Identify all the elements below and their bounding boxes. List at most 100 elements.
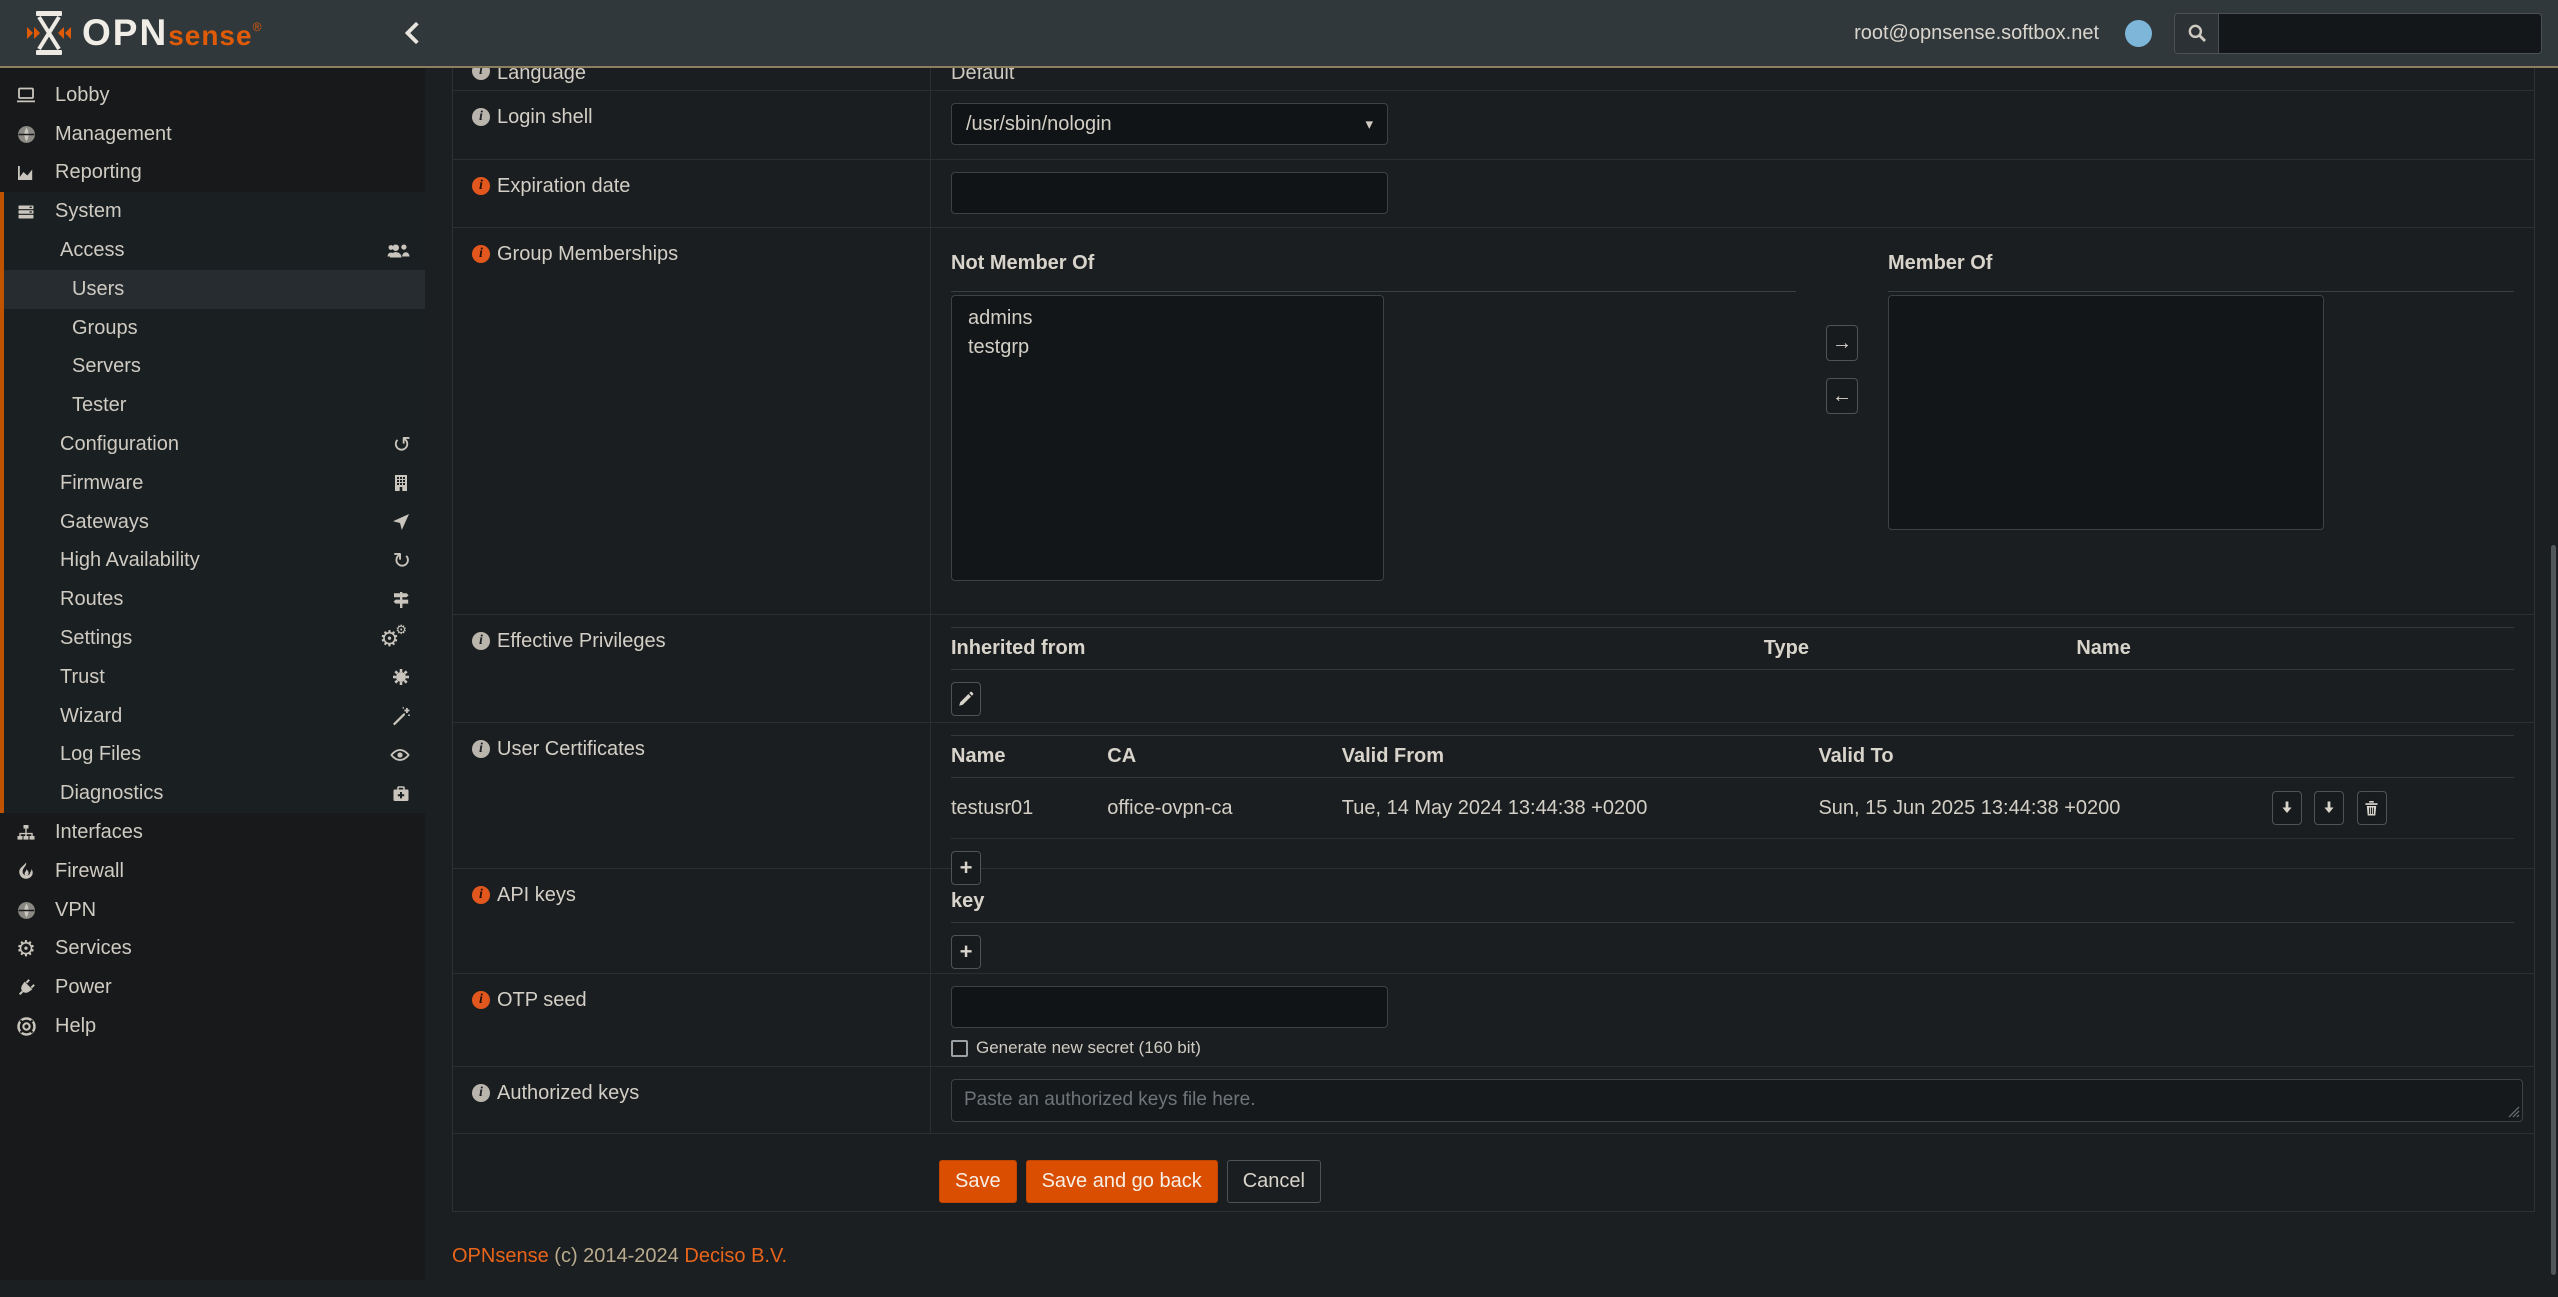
form-row-actions: Save Save and go back Cancel <box>453 1134 2534 1211</box>
field-label: i Group Memberships <box>453 228 931 614</box>
users-group-icon <box>387 241 411 261</box>
cancel-button[interactable]: Cancel <box>1227 1160 1321 1203</box>
authorized-keys-textarea[interactable] <box>951 1079 2523 1122</box>
sidebar-item-power[interactable]: Power <box>0 968 425 1007</box>
add-to-group-button[interactable]: → <box>1826 325 1858 361</box>
resize-grip-icon[interactable] <box>2508 1106 2520 1118</box>
sidebar-collapse-icon[interactable] <box>402 22 424 44</box>
member-of-listbox[interactable] <box>1888 295 2324 530</box>
vertical-scrollbar-thumb[interactable] <box>2551 545 2556 1275</box>
member-of-column: Member Of <box>1888 240 2514 581</box>
group-option[interactable]: testgrp <box>952 333 1383 362</box>
download-certificate-button[interactable] <box>2272 791 2302 825</box>
sidebar-item-users[interactable]: Users <box>4 270 425 309</box>
sidebar-item-gateways[interactable]: Gateways <box>4 503 425 542</box>
search-input[interactable] <box>2219 14 2541 53</box>
otp-seed-label: OTP seed <box>497 989 587 1012</box>
sidebar-item-system[interactable]: System <box>4 192 425 231</box>
info-icon: i <box>472 740 490 758</box>
save-button[interactable]: Save <box>939 1160 1017 1203</box>
sidebar-item-lobby[interactable]: Lobby <box>0 76 425 115</box>
info-icon: i <box>472 632 490 650</box>
sidebar-item-help[interactable]: Help <box>0 1007 425 1046</box>
delete-certificate-button[interactable] <box>2357 791 2387 825</box>
plus-icon: + <box>960 941 973 963</box>
otp-seed-input[interactable] <box>951 986 1388 1028</box>
footer-opnsense-link[interactable]: OPNsense <box>452 1245 549 1267</box>
sidebar-item-label: Firmware <box>60 472 143 495</box>
topbar: OPNsense® root@opnsense.softbox.net <box>0 0 2558 68</box>
sidebar-item-label: High Availability <box>60 549 200 572</box>
generate-secret-checkbox[interactable] <box>951 1040 968 1057</box>
arrow-left-icon: ← <box>1832 385 1852 408</box>
login-shell-value: /usr/sbin/nologin <box>966 113 1112 136</box>
info-icon: i <box>472 245 490 263</box>
login-shell-select[interactable]: /usr/sbin/nologin ▾ <box>951 103 1388 145</box>
arrow-right-icon: → <box>1832 332 1852 355</box>
footer-deciso-link[interactable]: Deciso B.V. <box>684 1245 787 1267</box>
sidebar-item-label: Gateways <box>60 511 149 534</box>
opnsense-page: OPNsense® root@opnsense.softbox.net <box>0 0 2558 1297</box>
sidebar-item-high-availability[interactable]: High Availability ↻ <box>4 542 425 581</box>
sidebar-item-diagnostics[interactable]: Diagnostics <box>4 774 425 813</box>
not-member-of-listbox[interactable]: admins testgrp <box>951 295 1384 581</box>
opnsense-logo[interactable]: OPNsense® <box>26 8 356 58</box>
remove-from-group-button[interactable]: ← <box>1826 378 1858 414</box>
sidebar-item-label: Reporting <box>55 161 142 184</box>
sidebar-item-log-files[interactable]: Log Files <box>4 736 425 775</box>
sidebar-item-wizard[interactable]: Wizard <box>4 697 425 736</box>
gear-icon: ⚙ <box>13 938 39 960</box>
effective-privileges-table: Inherited from Type Name <box>951 627 2514 670</box>
sidebar-item-access[interactable]: Access <box>4 231 425 270</box>
form-row-group-memberships: i Group Memberships Not Member Of admins… <box>453 228 2534 615</box>
map-signs-icon <box>391 590 411 610</box>
sidebar: Lobby Management Reporting System Access <box>0 68 425 1280</box>
form-row-login-shell: i Login shell /usr/sbin/nologin ▾ <box>453 91 2534 160</box>
sidebar-item-management[interactable]: Management <box>0 115 425 154</box>
sidebar-item-label: Groups <box>72 317 138 340</box>
api-keys-table: key <box>951 881 2514 923</box>
sidebar-item-servers[interactable]: Servers <box>4 348 425 387</box>
sidebar-item-firmware[interactable]: Firmware <box>4 464 425 503</box>
column-header: key <box>951 881 2514 923</box>
save-and-go-back-button[interactable]: Save and go back <box>1026 1160 1218 1203</box>
sidebar-item-routes[interactable]: Routes <box>4 580 425 619</box>
footer-copyright: (c) 2014-2024 <box>554 1245 679 1267</box>
sidebar-item-settings[interactable]: Settings ⚙⚙ <box>4 619 425 658</box>
sidebar-item-label: Wizard <box>60 705 122 728</box>
brand-registered-mark: ® <box>253 20 262 34</box>
avatar[interactable] <box>2125 20 2152 47</box>
form-row-user-certificates: i User Certificates Name CA Valid From V… <box>453 723 2534 869</box>
hourglass-logo-icon <box>26 8 72 58</box>
search-icon[interactable] <box>2175 14 2219 53</box>
sidebar-item-label: Firewall <box>55 860 124 883</box>
cert-valid-to: Sun, 15 Jun 2025 13:44:38 +0200 <box>1818 778 2271 839</box>
sidebar-item-trust[interactable]: Trust <box>4 658 425 697</box>
sidebar-item-services[interactable]: ⚙ Services <box>0 930 425 969</box>
sidebar-item-configuration[interactable]: Configuration ↺ <box>4 425 425 464</box>
sidebar-item-tester[interactable]: Tester <box>4 386 425 425</box>
group-option[interactable]: admins <box>952 304 1383 333</box>
form-row-expiration-date: i Expiration date <box>453 160 2534 228</box>
user-edit-form: i Language Default i Login shell /usr/sb… <box>452 68 2535 1212</box>
language-label: Language <box>497 68 586 85</box>
column-header: Name <box>2076 628 2514 670</box>
group-memberships-label: Group Memberships <box>497 243 678 266</box>
edit-privileges-button[interactable] <box>951 682 981 716</box>
user-certificates-label: User Certificates <box>497 738 645 761</box>
sidebar-item-groups[interactable]: Groups <box>4 309 425 348</box>
info-icon: i <box>472 177 490 195</box>
field-label: i User Certificates <box>453 723 931 868</box>
add-api-key-button[interactable]: + <box>951 935 981 969</box>
sidebar-item-label: Diagnostics <box>60 782 163 805</box>
download-ca-button[interactable] <box>2314 791 2344 825</box>
not-member-of-column: Not Member Of admins testgrp <box>951 240 1796 581</box>
field-label: i API keys <box>453 869 931 973</box>
expiration-date-input[interactable] <box>951 172 1388 214</box>
column-header: Valid From <box>1342 736 1819 778</box>
sidebar-item-firewall[interactable]: Firewall <box>0 852 425 891</box>
sidebar-item-vpn[interactable]: VPN <box>0 891 425 930</box>
sidebar-item-reporting[interactable]: Reporting <box>0 154 425 193</box>
sidebar-item-interfaces[interactable]: Interfaces <box>0 813 425 852</box>
generate-secret-label: Generate new secret (160 bit) <box>976 1038 1201 1058</box>
